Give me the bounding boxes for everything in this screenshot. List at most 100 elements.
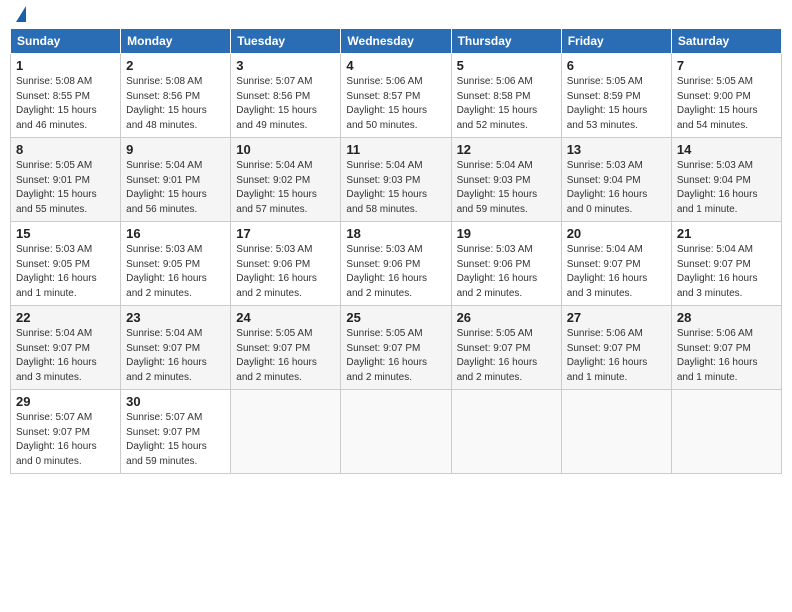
day-number: 24 bbox=[236, 310, 335, 325]
day-info: Sunrise: 5:03 AM Sunset: 9:04 PM Dayligh… bbox=[677, 159, 776, 217]
day-info: Sunrise: 5:03 AM Sunset: 9:04 PM Dayligh… bbox=[567, 159, 666, 217]
logo bbox=[14, 10, 26, 22]
weekday-header: Saturday bbox=[671, 29, 781, 54]
day-number: 8 bbox=[16, 142, 115, 157]
calendar-day-cell: 3 Sunrise: 5:07 AM Sunset: 8:56 PM Dayli… bbox=[231, 54, 341, 138]
day-number: 4 bbox=[346, 58, 445, 73]
calendar-table: SundayMondayTuesdayWednesdayThursdayFrid… bbox=[10, 28, 782, 474]
day-number: 5 bbox=[457, 58, 556, 73]
day-info: Sunrise: 5:03 AM Sunset: 9:05 PM Dayligh… bbox=[126, 243, 225, 301]
weekday-header: Tuesday bbox=[231, 29, 341, 54]
calendar-day-cell: 16 Sunrise: 5:03 AM Sunset: 9:05 PM Dayl… bbox=[121, 222, 231, 306]
day-number: 27 bbox=[567, 310, 666, 325]
calendar-day-cell: 2 Sunrise: 5:08 AM Sunset: 8:56 PM Dayli… bbox=[121, 54, 231, 138]
day-number: 2 bbox=[126, 58, 225, 73]
day-info: Sunrise: 5:06 AM Sunset: 8:58 PM Dayligh… bbox=[457, 75, 556, 133]
calendar-day-cell: 23 Sunrise: 5:04 AM Sunset: 9:07 PM Dayl… bbox=[121, 306, 231, 390]
logo-triangle-icon bbox=[16, 6, 26, 22]
calendar-day-cell bbox=[671, 390, 781, 474]
day-number: 14 bbox=[677, 142, 776, 157]
calendar-week-row: 8 Sunrise: 5:05 AM Sunset: 9:01 PM Dayli… bbox=[11, 138, 782, 222]
calendar-day-cell: 27 Sunrise: 5:06 AM Sunset: 9:07 PM Dayl… bbox=[561, 306, 671, 390]
day-info: Sunrise: 5:07 AM Sunset: 9:07 PM Dayligh… bbox=[16, 411, 115, 469]
day-number: 26 bbox=[457, 310, 556, 325]
calendar-week-row: 22 Sunrise: 5:04 AM Sunset: 9:07 PM Dayl… bbox=[11, 306, 782, 390]
day-info: Sunrise: 5:05 AM Sunset: 9:01 PM Dayligh… bbox=[16, 159, 115, 217]
day-number: 21 bbox=[677, 226, 776, 241]
calendar-day-cell: 13 Sunrise: 5:03 AM Sunset: 9:04 PM Dayl… bbox=[561, 138, 671, 222]
calendar-week-row: 15 Sunrise: 5:03 AM Sunset: 9:05 PM Dayl… bbox=[11, 222, 782, 306]
day-info: Sunrise: 5:04 AM Sunset: 9:01 PM Dayligh… bbox=[126, 159, 225, 217]
calendar-day-cell: 4 Sunrise: 5:06 AM Sunset: 8:57 PM Dayli… bbox=[341, 54, 451, 138]
calendar-day-cell: 8 Sunrise: 5:05 AM Sunset: 9:01 PM Dayli… bbox=[11, 138, 121, 222]
calendar-day-cell: 1 Sunrise: 5:08 AM Sunset: 8:55 PM Dayli… bbox=[11, 54, 121, 138]
weekday-header: Thursday bbox=[451, 29, 561, 54]
day-info: Sunrise: 5:04 AM Sunset: 9:03 PM Dayligh… bbox=[457, 159, 556, 217]
day-info: Sunrise: 5:07 AM Sunset: 9:07 PM Dayligh… bbox=[126, 411, 225, 469]
calendar-day-cell bbox=[561, 390, 671, 474]
day-number: 6 bbox=[567, 58, 666, 73]
calendar-week-row: 29 Sunrise: 5:07 AM Sunset: 9:07 PM Dayl… bbox=[11, 390, 782, 474]
day-info: Sunrise: 5:04 AM Sunset: 9:03 PM Dayligh… bbox=[346, 159, 445, 217]
calendar-day-cell: 5 Sunrise: 5:06 AM Sunset: 8:58 PM Dayli… bbox=[451, 54, 561, 138]
day-info: Sunrise: 5:03 AM Sunset: 9:06 PM Dayligh… bbox=[457, 243, 556, 301]
calendar-day-cell: 28 Sunrise: 5:06 AM Sunset: 9:07 PM Dayl… bbox=[671, 306, 781, 390]
calendar-week-row: 1 Sunrise: 5:08 AM Sunset: 8:55 PM Dayli… bbox=[11, 54, 782, 138]
day-number: 7 bbox=[677, 58, 776, 73]
day-info: Sunrise: 5:07 AM Sunset: 8:56 PM Dayligh… bbox=[236, 75, 335, 133]
day-info: Sunrise: 5:05 AM Sunset: 9:07 PM Dayligh… bbox=[236, 327, 335, 385]
day-number: 13 bbox=[567, 142, 666, 157]
weekday-header: Friday bbox=[561, 29, 671, 54]
day-number: 1 bbox=[16, 58, 115, 73]
day-info: Sunrise: 5:03 AM Sunset: 9:05 PM Dayligh… bbox=[16, 243, 115, 301]
weekday-header: Wednesday bbox=[341, 29, 451, 54]
weekday-header: Sunday bbox=[11, 29, 121, 54]
calendar-day-cell: 12 Sunrise: 5:04 AM Sunset: 9:03 PM Dayl… bbox=[451, 138, 561, 222]
day-number: 9 bbox=[126, 142, 225, 157]
day-number: 16 bbox=[126, 226, 225, 241]
day-number: 17 bbox=[236, 226, 335, 241]
day-info: Sunrise: 5:06 AM Sunset: 9:07 PM Dayligh… bbox=[567, 327, 666, 385]
day-number: 11 bbox=[346, 142, 445, 157]
day-info: Sunrise: 5:05 AM Sunset: 9:07 PM Dayligh… bbox=[346, 327, 445, 385]
day-number: 3 bbox=[236, 58, 335, 73]
page-header bbox=[10, 10, 782, 22]
day-info: Sunrise: 5:06 AM Sunset: 8:57 PM Dayligh… bbox=[346, 75, 445, 133]
day-number: 12 bbox=[457, 142, 556, 157]
day-info: Sunrise: 5:03 AM Sunset: 9:06 PM Dayligh… bbox=[346, 243, 445, 301]
calendar-day-cell bbox=[231, 390, 341, 474]
calendar-day-cell bbox=[451, 390, 561, 474]
calendar-day-cell: 10 Sunrise: 5:04 AM Sunset: 9:02 PM Dayl… bbox=[231, 138, 341, 222]
calendar-day-cell: 17 Sunrise: 5:03 AM Sunset: 9:06 PM Dayl… bbox=[231, 222, 341, 306]
day-number: 20 bbox=[567, 226, 666, 241]
day-number: 25 bbox=[346, 310, 445, 325]
day-info: Sunrise: 5:05 AM Sunset: 9:00 PM Dayligh… bbox=[677, 75, 776, 133]
calendar-day-cell: 18 Sunrise: 5:03 AM Sunset: 9:06 PM Dayl… bbox=[341, 222, 451, 306]
day-info: Sunrise: 5:08 AM Sunset: 8:55 PM Dayligh… bbox=[16, 75, 115, 133]
day-number: 10 bbox=[236, 142, 335, 157]
day-number: 18 bbox=[346, 226, 445, 241]
calendar-day-cell: 24 Sunrise: 5:05 AM Sunset: 9:07 PM Dayl… bbox=[231, 306, 341, 390]
day-number: 23 bbox=[126, 310, 225, 325]
calendar-header-row: SundayMondayTuesdayWednesdayThursdayFrid… bbox=[11, 29, 782, 54]
calendar-day-cell bbox=[341, 390, 451, 474]
calendar-day-cell: 25 Sunrise: 5:05 AM Sunset: 9:07 PM Dayl… bbox=[341, 306, 451, 390]
calendar-day-cell: 11 Sunrise: 5:04 AM Sunset: 9:03 PM Dayl… bbox=[341, 138, 451, 222]
calendar-day-cell: 30 Sunrise: 5:07 AM Sunset: 9:07 PM Dayl… bbox=[121, 390, 231, 474]
day-info: Sunrise: 5:03 AM Sunset: 9:06 PM Dayligh… bbox=[236, 243, 335, 301]
day-number: 19 bbox=[457, 226, 556, 241]
calendar-day-cell: 29 Sunrise: 5:07 AM Sunset: 9:07 PM Dayl… bbox=[11, 390, 121, 474]
calendar-day-cell: 14 Sunrise: 5:03 AM Sunset: 9:04 PM Dayl… bbox=[671, 138, 781, 222]
day-info: Sunrise: 5:04 AM Sunset: 9:02 PM Dayligh… bbox=[236, 159, 335, 217]
day-info: Sunrise: 5:05 AM Sunset: 8:59 PM Dayligh… bbox=[567, 75, 666, 133]
day-number: 15 bbox=[16, 226, 115, 241]
day-info: Sunrise: 5:04 AM Sunset: 9:07 PM Dayligh… bbox=[126, 327, 225, 385]
day-info: Sunrise: 5:04 AM Sunset: 9:07 PM Dayligh… bbox=[677, 243, 776, 301]
weekday-header: Monday bbox=[121, 29, 231, 54]
calendar-day-cell: 6 Sunrise: 5:05 AM Sunset: 8:59 PM Dayli… bbox=[561, 54, 671, 138]
day-info: Sunrise: 5:04 AM Sunset: 9:07 PM Dayligh… bbox=[16, 327, 115, 385]
day-info: Sunrise: 5:06 AM Sunset: 9:07 PM Dayligh… bbox=[677, 327, 776, 385]
day-info: Sunrise: 5:05 AM Sunset: 9:07 PM Dayligh… bbox=[457, 327, 556, 385]
calendar-day-cell: 19 Sunrise: 5:03 AM Sunset: 9:06 PM Dayl… bbox=[451, 222, 561, 306]
day-number: 28 bbox=[677, 310, 776, 325]
